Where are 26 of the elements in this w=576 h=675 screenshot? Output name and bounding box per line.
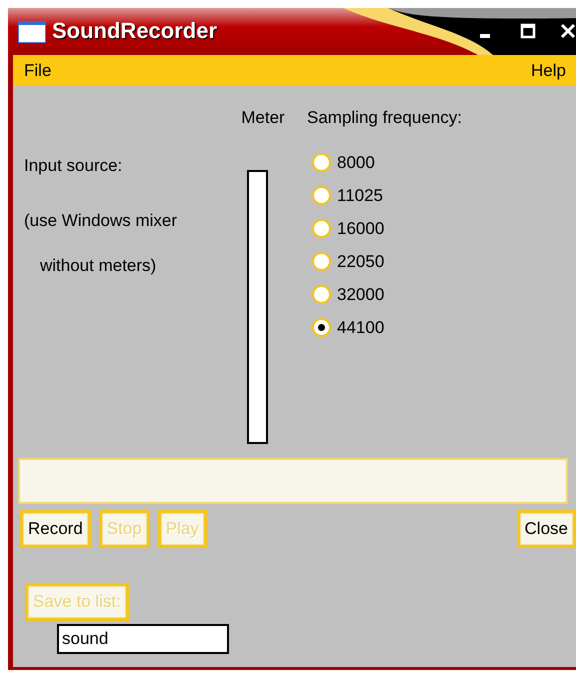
menu-item[interactable]: Help <box>531 60 566 80</box>
window-title: SoundRecorder <box>52 17 218 45</box>
radio-button[interactable] <box>312 186 331 205</box>
meter-label: Meter <box>241 108 285 128</box>
hint-text: without meters) <box>39 256 158 276</box>
maximize-icon[interactable] <box>520 23 536 39</box>
input-source-label: Input source: <box>24 156 124 176</box>
option-label: 22050 <box>337 250 384 273</box>
option-label: 11025 <box>337 184 384 207</box>
close-button[interactable]: Close <box>516 510 576 548</box>
option-label: 44100 <box>337 316 384 339</box>
hint-text: (use Windows mixer <box>24 211 178 231</box>
radio-button[interactable] <box>312 318 331 337</box>
sampling-label: Sampling frequency: <box>307 108 462 128</box>
name-field[interactable]: sound <box>57 624 229 654</box>
radio-button[interactable] <box>312 252 331 271</box>
option-label: 32000 <box>337 284 384 306</box>
app-window-icon <box>18 21 46 43</box>
option-label: 8000 <box>337 152 375 174</box>
radio-button[interactable] <box>312 219 331 238</box>
radio-button[interactable] <box>312 153 331 172</box>
radio-button[interactable] <box>312 285 331 304</box>
menu-item[interactable]: File <box>24 60 52 80</box>
close-icon[interactable] <box>560 23 576 39</box>
record-button[interactable]: Record <box>20 510 91 548</box>
option-label: 16000 <box>337 218 384 240</box>
